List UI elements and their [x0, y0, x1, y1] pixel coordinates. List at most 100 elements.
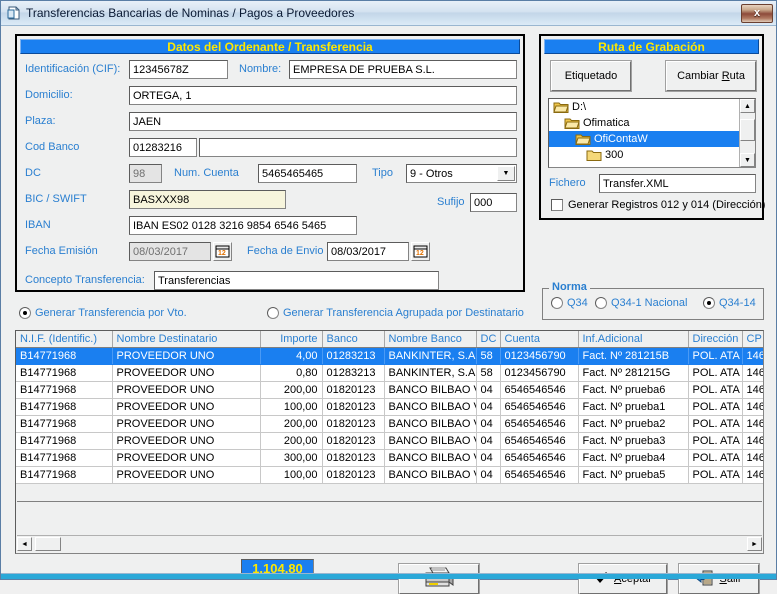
tree-scrollbar[interactable]: ▲ ▼ [739, 99, 755, 167]
transfers-grid[interactable]: N.I.F. (Identific.)Nombre DestinatarioIm… [15, 330, 764, 554]
cod-banco-input[interactable]: 01283216 [129, 138, 197, 157]
cell-dc: 58 [476, 348, 500, 365]
cell-importe: 4,00 [260, 348, 322, 365]
banco-nombre-input[interactable] [199, 138, 517, 157]
chevron-down-icon[interactable]: ▼ [497, 166, 515, 181]
tipo-selected-value: 9 - Otros [410, 166, 453, 182]
cell-dc: 04 [476, 399, 500, 416]
fichero-input[interactable]: Transfer.XML [599, 174, 756, 193]
cell-direccion: POL. ATA [688, 416, 742, 433]
scroll-right-icon[interactable]: ► [747, 537, 762, 551]
grid-empty-area [17, 501, 762, 536]
column-header[interactable]: Importe [260, 331, 322, 348]
cell-cuenta: 6546546546 [500, 467, 578, 484]
bic-label: BIC / SWIFT [25, 193, 87, 205]
table-row[interactable]: B14771968PROVEEDOR UNO200,0001820123BANC… [16, 433, 764, 450]
norma-radio-q34-14[interactable]: Q34-14 [703, 297, 756, 309]
printer-icon [422, 566, 456, 593]
calendar-icon-emision[interactable]: 12 [213, 242, 232, 261]
checkbox-indicator [551, 199, 563, 211]
column-header[interactable]: Nombre Destinatario [112, 331, 260, 348]
tree-item[interactable]: Ofimatica [549, 115, 739, 131]
scroll-thumb[interactable] [740, 119, 755, 141]
aceptar-button[interactable]: Aceptar [579, 564, 667, 594]
nombre-input[interactable]: EMPRESA DE PRUEBA S.L. [289, 60, 517, 79]
transfers-table: N.I.F. (Identific.)Nombre DestinatarioIm… [16, 331, 764, 484]
column-header[interactable]: Dirección [688, 331, 742, 348]
cell-nombre: PROVEEDOR UNO [112, 399, 260, 416]
norma-radio-q34-1-nacional[interactable]: Q34-1 Nacional [595, 297, 687, 309]
tree-item[interactable]: 300 [549, 147, 739, 163]
table-row[interactable]: B14771968PROVEEDOR UNO0,8001283213BANKIN… [16, 365, 764, 382]
app-window: Transferencias Bancarias de Nominas / Pa… [0, 0, 777, 580]
hscroll-thumb[interactable] [35, 537, 61, 551]
cambiar-ruta-label: Cambiar Ruta [677, 70, 745, 82]
fecha-emision-input: 08/03/2017 [129, 242, 211, 261]
table-row[interactable]: B14771968PROVEEDOR UNO200,0001820123BANC… [16, 416, 764, 433]
salir-button[interactable]: Salir [679, 564, 759, 594]
scroll-down-icon[interactable]: ▼ [740, 153, 755, 167]
tree-item[interactable]: D:\ [549, 99, 739, 115]
grid-horizontal-scrollbar[interactable]: ◄ ► [17, 535, 762, 552]
plaza-input[interactable]: JAEN [129, 112, 517, 131]
norma-radio-q34[interactable]: Q34 [551, 297, 588, 309]
sufijo-label: Sufijo [437, 196, 465, 208]
etiquetado-button[interactable]: Etiquetado [551, 61, 631, 91]
tipo-select[interactable]: 9 - Otros ▼ [406, 164, 517, 183]
table-row[interactable]: B14771968PROVEEDOR UNO100,0001820123BANC… [16, 467, 764, 484]
concepto-input[interactable]: Transferencias [154, 271, 439, 290]
sufijo-input[interactable]: 000 [470, 193, 517, 212]
column-header[interactable]: CP [742, 331, 764, 348]
cif-input[interactable]: 12345678Z [129, 60, 228, 79]
scroll-up-icon[interactable]: ▲ [740, 99, 755, 113]
cell-inf: Fact. Nº prueba6 [578, 382, 688, 399]
nombre-label: Nombre: [239, 63, 281, 75]
column-header[interactable]: Banco [322, 331, 384, 348]
column-header[interactable]: Nombre Banco [384, 331, 476, 348]
iban-input[interactable]: IBAN ES02 0128 3216 9854 6546 5465 [129, 216, 357, 235]
cell-cp: 146 [742, 382, 764, 399]
column-header[interactable]: Inf.Adicional [578, 331, 688, 348]
cell-inf: Fact. Nº 281215B [578, 348, 688, 365]
cambiar-ruta-button[interactable]: Cambiar Ruta [666, 61, 756, 91]
cell-cp: 146 [742, 467, 764, 484]
folder-tree[interactable]: D:\OfimaticaOfiContaW300 ▲ ▼ [548, 98, 756, 168]
scroll-left-icon[interactable]: ◄ [17, 537, 32, 551]
column-header[interactable]: DC [476, 331, 500, 348]
norma-radio-label: Q34 [567, 297, 588, 309]
cell-inf: Fact. Nº prueba1 [578, 399, 688, 416]
table-row[interactable]: B14771968PROVEEDOR UNO300,0001820123BANC… [16, 450, 764, 467]
tree-item[interactable]: OfiContaW [549, 131, 739, 147]
norma-group: Norma Q34Q34-1 NacionalQ34-14 [542, 288, 764, 320]
bic-input[interactable]: BASXXX98 [129, 190, 286, 209]
table-row[interactable]: B14771968PROVEEDOR UNO100,0001820123BANC… [16, 399, 764, 416]
print-button[interactable] [399, 564, 479, 594]
calendar-icon-envio[interactable]: 12 [411, 242, 430, 261]
cell-dc: 04 [476, 467, 500, 484]
cell-nif: B14771968 [16, 450, 112, 467]
fecha-envio-input[interactable]: 08/03/2017 [327, 242, 409, 261]
radio-transferencia-agrupada[interactable]: Generar Transferencia Agrupada por Desti… [267, 307, 524, 319]
num-cuenta-input[interactable]: 5465465465 [258, 164, 357, 183]
cell-nombre: PROVEEDOR UNO [112, 416, 260, 433]
column-header[interactable]: N.I.F. (Identific.) [16, 331, 112, 348]
generar-registros-checkbox[interactable]: Generar Registros 012 y 014 (Dirección) [551, 199, 765, 211]
domicilio-input[interactable]: ORTEGA, 1 [129, 86, 517, 105]
table-header-row: N.I.F. (Identific.)Nombre DestinatarioIm… [16, 331, 764, 348]
cell-nombre-banco: BANCO BILBAO V [384, 416, 476, 433]
cell-nombre-banco: BANKINTER, S.A. [384, 348, 476, 365]
window-title: Transferencias Bancarias de Nominas / Pa… [26, 6, 741, 20]
cell-nombre: PROVEEDOR UNO [112, 433, 260, 450]
radio-transferencia-vto[interactable]: Generar Transferencia por Vto. [19, 307, 187, 319]
cell-cuenta: 6546546546 [500, 399, 578, 416]
cell-direccion: POL. ATA [688, 399, 742, 416]
folder-open-icon [564, 117, 580, 130]
column-header[interactable]: Cuenta [500, 331, 578, 348]
status-bar [1, 573, 776, 579]
table-row[interactable]: B14771968PROVEEDOR UNO4,0001283213BANKIN… [16, 348, 764, 365]
cell-cp: 146 [742, 450, 764, 467]
cell-direccion: POL. ATA [688, 348, 742, 365]
table-row[interactable]: B14771968PROVEEDOR UNO200,0001820123BANC… [16, 382, 764, 399]
cell-importe: 200,00 [260, 416, 322, 433]
close-button[interactable]: x [741, 4, 773, 23]
